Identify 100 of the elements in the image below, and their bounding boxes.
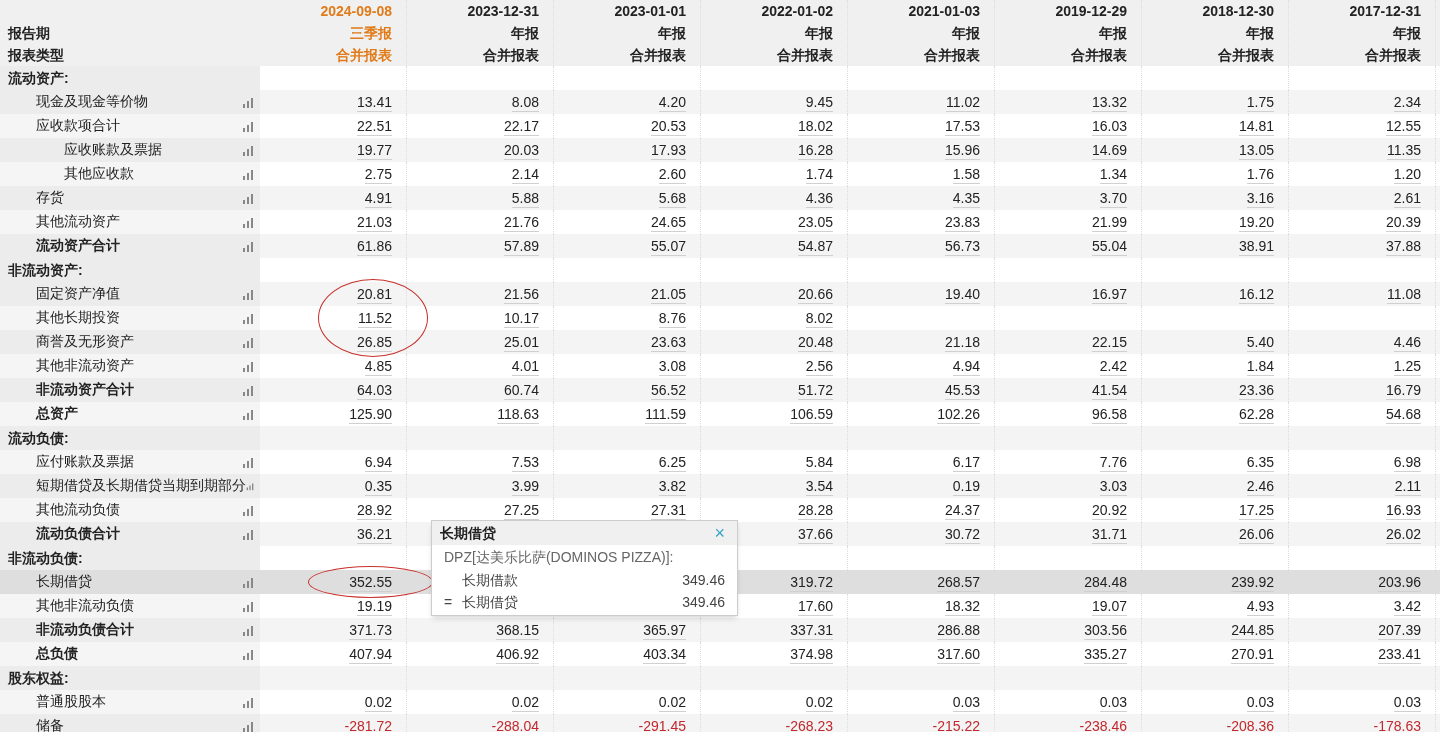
column-type: 合并报表 [924, 46, 980, 65]
table-cell: 37.88 [1385, 236, 1421, 256]
table-cell: 26.06 [1238, 524, 1274, 544]
tooltip-line-value: 349.46 [682, 592, 725, 612]
table-cell: 352.55 [349, 572, 392, 592]
table-cell: 3.82 [658, 476, 686, 496]
column-period: 三季报 [350, 24, 392, 43]
table-cell: 16.79 [1385, 380, 1421, 400]
table-cell: 1.74 [805, 164, 833, 184]
table-cell: 319.72 [790, 572, 833, 592]
table-cell: 2.75 [364, 164, 392, 184]
row-label: 应收款项合计 [36, 116, 120, 135]
table-cell: 0.02 [805, 692, 833, 712]
table-cell: 22.17 [503, 116, 539, 136]
table-cell: 17.60 [797, 596, 833, 616]
equals-sign: = [444, 592, 454, 612]
table-cell: 270.91 [1231, 644, 1274, 664]
tooltip-title: 长期借贷 [440, 523, 496, 543]
table-cell: 56.52 [650, 380, 686, 400]
table-cell: 38.91 [1238, 236, 1274, 256]
column-type: 合并报表 [777, 46, 833, 65]
table-cell: 21.99 [1091, 212, 1127, 232]
table-cell: 26.85 [356, 332, 392, 352]
row-label: 其他应收款 [64, 164, 134, 183]
column-type: 合并报表 [1071, 46, 1127, 65]
table-cell: 1.20 [1393, 164, 1421, 184]
table-cell: 26.02 [1385, 524, 1421, 544]
table-cell: 406.92 [496, 644, 539, 664]
table-cell: 268.57 [937, 572, 980, 592]
table-cell: 5.68 [658, 188, 686, 208]
table-cell: 19.20 [1238, 212, 1274, 232]
table-cell: 0.02 [658, 692, 686, 712]
table-cell: 286.88 [937, 620, 980, 640]
section-title: 股东权益: [8, 668, 69, 688]
table-cell: 6.25 [658, 452, 686, 472]
row-label: 流动负债合计 [36, 524, 120, 543]
table-cell: 14.81 [1238, 116, 1274, 136]
row-label: 储备 [36, 716, 64, 732]
table-cell: 55.04 [1091, 236, 1127, 256]
table-cell: 37.66 [797, 524, 833, 544]
section-title: 非流动负债: [8, 548, 83, 568]
table-cell: 8.02 [805, 308, 833, 328]
table-cell: 2.60 [658, 164, 686, 184]
table-cell: 4.93 [1246, 596, 1274, 616]
table-cell: 2.56 [805, 356, 833, 376]
table-cell: 60.74 [503, 380, 539, 400]
table-cell: 20.48 [797, 332, 833, 352]
table-cell: 17.93 [650, 140, 686, 160]
table-cell: 1.34 [1099, 164, 1127, 184]
table-cell: 15.96 [944, 140, 980, 160]
table-cell: 55.07 [650, 236, 686, 256]
table-cell: 4.94 [952, 356, 980, 376]
table-cell: 4.01 [511, 356, 539, 376]
table-cell: 62.28 [1238, 404, 1274, 424]
row-label: 其他非流动负债 [36, 596, 134, 615]
table-cell: 21.03 [356, 212, 392, 232]
table-cell: 368.15 [496, 620, 539, 640]
table-cell: 0.35 [364, 476, 392, 496]
table-cell: 2.42 [1099, 356, 1127, 376]
row-label: 非流动负债合计 [36, 620, 134, 639]
table-cell: 19.19 [356, 596, 392, 616]
column-date: 2023-12-31 [467, 2, 539, 21]
column-date: 2019-12-29 [1055, 2, 1127, 21]
table-cell: 3.03 [1099, 476, 1127, 496]
table-cell: 303.56 [1084, 620, 1127, 640]
table-cell: 407.94 [349, 644, 392, 664]
tooltip-subtitle: DPZ[达美乐比萨(DOMINOS PIZZA)]: [443, 548, 675, 567]
table-cell: -215.22 [932, 716, 980, 732]
column-type: 合并报表 [1218, 46, 1274, 65]
table-cell: 21.76 [503, 212, 539, 232]
table-cell: 6.94 [364, 452, 392, 472]
column-date: 2022-01-02 [761, 2, 833, 21]
table-cell: 337.31 [790, 620, 833, 640]
column-period: 年报 [1393, 24, 1421, 43]
table-cell: 21.05 [650, 284, 686, 304]
row-label: 总负债 [36, 644, 78, 663]
table-cell: 8.76 [658, 308, 686, 328]
table-cell: 23.63 [650, 332, 686, 352]
table-cell: 3.99 [511, 476, 539, 496]
table-cell: 6.17 [952, 452, 980, 472]
table-cell: 13.05 [1238, 140, 1274, 160]
table-cell: 102.26 [937, 404, 980, 424]
table-cell: 125.90 [349, 404, 392, 424]
table-cell: 11.02 [946, 92, 980, 112]
table-cell: 7.76 [1099, 452, 1127, 472]
table-cell: 4.46 [1393, 332, 1421, 352]
table-cell: 3.54 [805, 476, 833, 496]
column-date: 2017-12-31 [1349, 2, 1421, 21]
table-cell: 207.39 [1378, 620, 1421, 640]
column-period: 年报 [1246, 24, 1274, 43]
table-cell: 2.61 [1393, 188, 1421, 208]
table-cell: 3.70 [1099, 188, 1127, 208]
table-cell: 317.60 [937, 644, 980, 664]
table-cell: 64.03 [356, 380, 392, 400]
table-cell: 23.05 [797, 212, 833, 232]
table-cell: 16.97 [1091, 284, 1127, 304]
tooltip-line-label: 长期借贷 [462, 592, 519, 612]
table-cell: 9.45 [805, 92, 833, 112]
row-label: 长期借贷 [36, 572, 92, 591]
table-cell: 1.75 [1246, 92, 1274, 112]
